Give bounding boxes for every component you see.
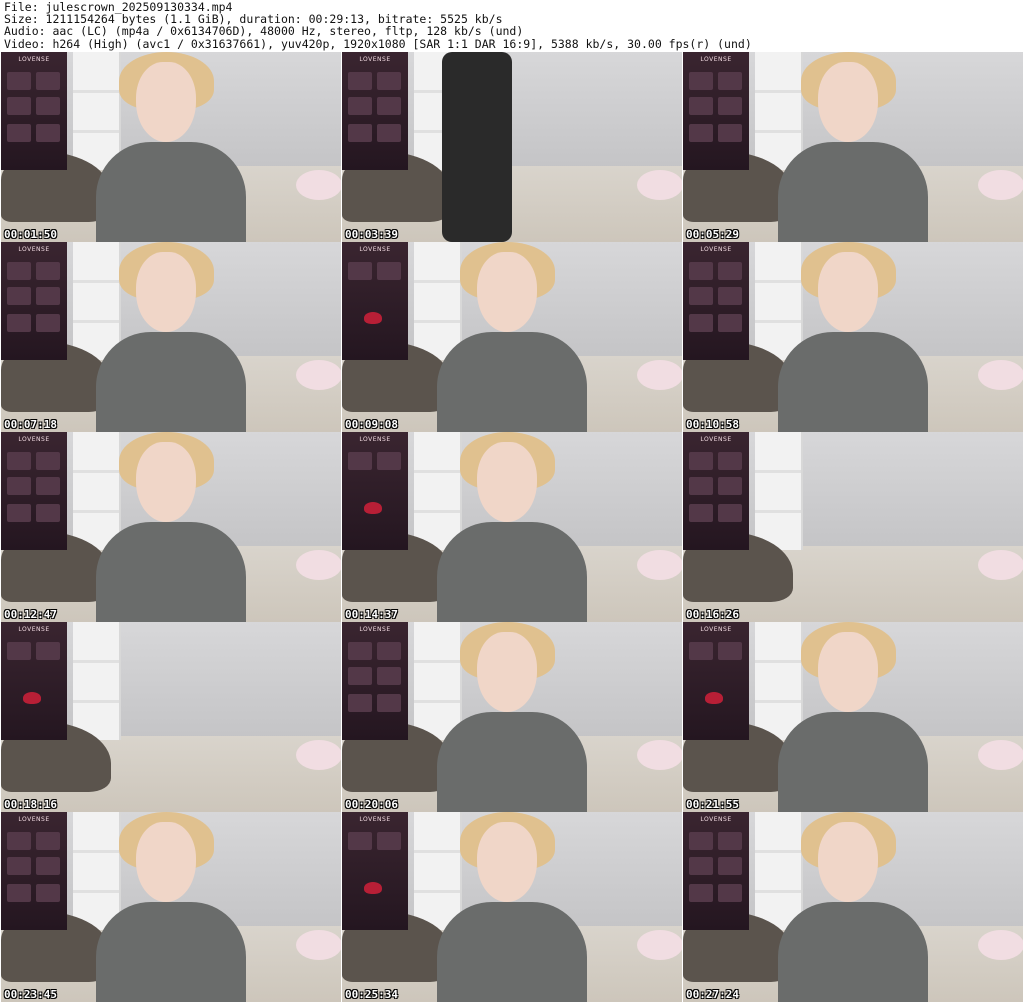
file-info-header: File: julescrown_202509130334.mp4 Size: 1… (4, 1, 1020, 50)
timestamp-label: 00:09:08 (345, 418, 398, 431)
thumbnail: LOVENSE 00:09:08 (342, 242, 682, 432)
lovense-overlay: LOVENSE (683, 812, 749, 930)
lovense-overlay: LOVENSE (1, 812, 67, 930)
timestamp-label: 00:25:34 (345, 988, 398, 1001)
thumbnail: LOVENSE 00:23:45 (1, 812, 341, 1002)
timestamp-label: 00:03:39 (345, 228, 398, 241)
lovense-overlay: LOVENSE (683, 432, 749, 550)
video-info-line: Video: h264 (High) (avc1 / 0x31637661), … (4, 36, 752, 51)
timestamp-label: 00:14:37 (345, 608, 398, 621)
timestamp-label: 00:12:47 (4, 608, 57, 621)
lovense-overlay: LOVENSE (342, 432, 408, 550)
thumbnail: LOVENSE 00:18:16 (1, 622, 341, 812)
lovense-overlay: LOVENSE (342, 52, 408, 170)
timestamp-label: 00:23:45 (4, 988, 57, 1001)
timestamp-label: 00:10:58 (686, 418, 739, 431)
thumbnail: LOVENSE 00:12:47 (1, 432, 341, 622)
timestamp-label: 00:05:29 (686, 228, 739, 241)
thumbnail: LOVENSE 00:25:34 (342, 812, 682, 1002)
timestamp-label: 00:21:55 (686, 798, 739, 811)
timestamp-label: 00:16:26 (686, 608, 739, 621)
thumbnail: LOVENSE 00:16:26 (683, 432, 1023, 622)
thumbnail: LOVENSE 00:01:50 (1, 52, 341, 242)
thumbnail: LOVENSE 00:14:37 (342, 432, 682, 622)
thumbnail: LOVENSE 00:21:55 (683, 622, 1023, 812)
timestamp-label: 00:18:16 (4, 798, 57, 811)
thumbnail: LOVENSE 00:05:29 (683, 52, 1023, 242)
timestamp-label: 00:27:24 (686, 988, 739, 1001)
lovense-overlay: LOVENSE (683, 242, 749, 360)
timestamp-label: 00:07:18 (4, 418, 57, 431)
thumbnail: LOVENSE 00:07:18 (1, 242, 341, 432)
audio-info-line: Audio: aac (LC) (mp4a / 0x6134706D), 480… (4, 24, 524, 39)
lovense-overlay: LOVENSE (1, 622, 67, 740)
thumbnail: LOVENSE 00:27:24 (683, 812, 1023, 1002)
lovense-overlay: LOVENSE (342, 622, 408, 740)
thumbnail: LOVENSE 00:20:06 (342, 622, 682, 812)
lovense-overlay: LOVENSE (1, 52, 67, 170)
lovense-overlay: LOVENSE (683, 622, 749, 740)
lovense-overlay: LOVENSE (342, 242, 408, 360)
lovense-overlay: LOVENSE (342, 812, 408, 930)
timestamp-label: 00:01:50 (4, 228, 57, 241)
thumbnail: LOVENSE 00:03:39 (342, 52, 682, 242)
thumbnail-grid: LOVENSE 00:01:50 LOVENSE 00:03:39 LOVENS… (1, 52, 1023, 1002)
lovense-overlay: LOVENSE (1, 432, 67, 550)
lovense-overlay: LOVENSE (1, 242, 67, 360)
lovense-overlay: LOVENSE (683, 52, 749, 170)
timestamp-label: 00:20:06 (345, 798, 398, 811)
thumbnail: LOVENSE 00:10:58 (683, 242, 1023, 432)
